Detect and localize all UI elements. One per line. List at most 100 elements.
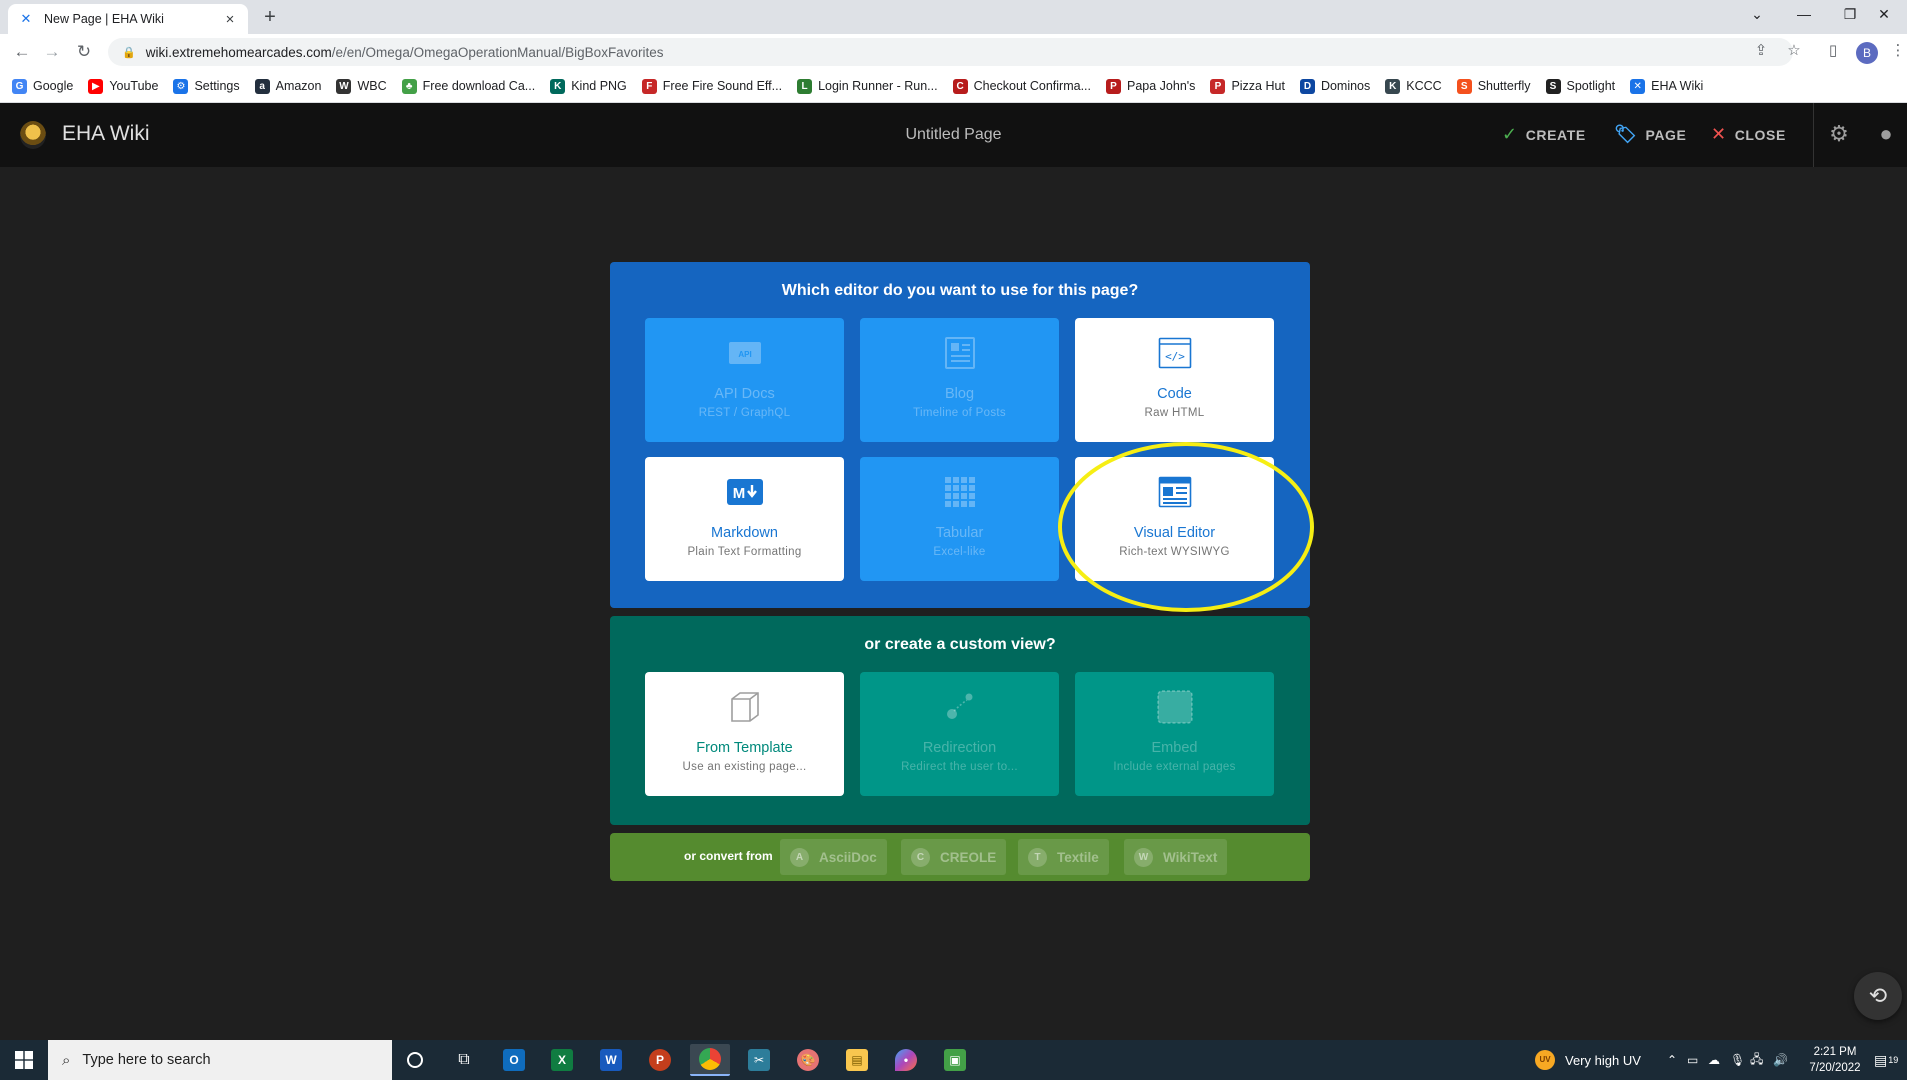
tray-chevron-up-icon[interactable]: ⌃ [1667, 1040, 1677, 1080]
table-grid-icon [860, 475, 1059, 509]
bookmarks-bar: G Google ▶ YouTube ⚙ Settings a Amazon W WBC ♣ Free… [0, 70, 1907, 103]
profile-avatar[interactable]: B [1856, 42, 1878, 64]
editor-card-markdown[interactable]: M Markdown Plain Text Formatting [645, 457, 844, 581]
bookmark-item[interactable]: P Papa John's [1106, 78, 1196, 94]
taskbar-clock[interactable]: 2:21 PM 7/20/2022 [1800, 1044, 1870, 1076]
bookmark-label: Papa John's [1127, 79, 1196, 93]
bookmark-item[interactable]: ⚙ Settings [173, 78, 240, 94]
snipping-tool-icon[interactable]: ✂ [739, 1044, 779, 1076]
editor-card-code[interactable]: </> Code Raw HTML [1075, 318, 1274, 442]
editor-name: Visual Editor [1133, 525, 1216, 541]
tab-search-chevron-icon[interactable]: ⌄ [1734, 0, 1780, 30]
browser-toolbar: ← → ↻ 🔒 wiki.extremehomearcades.com/e/en… [0, 34, 1907, 70]
bookmark-label: Amazon [275, 79, 322, 93]
onedrive-cloud-icon[interactable]: ☁ [1708, 1040, 1720, 1080]
back-arrow-icon[interactable]: ← [10, 40, 34, 64]
check-icon: ✓ [1502, 124, 1518, 144]
chip-label: Textile [1057, 849, 1099, 865]
create-button[interactable]: ✓ CREATE [1502, 124, 1586, 145]
bookmark-item[interactable]: K Kind PNG [550, 78, 627, 94]
shutterfly-icon: S [1456, 78, 1472, 94]
bookmark-item[interactable]: K KCCC [1385, 78, 1442, 94]
custom-card-redirection: Redirection Redirect the user to... [860, 672, 1059, 796]
browser-tab-active[interactable]: ✕ New Page | EHA Wiki × [8, 4, 248, 34]
editor-question: Which editor do you want to use for this… [781, 282, 1139, 299]
outlook-icon[interactable]: O [494, 1044, 534, 1076]
bookmark-item[interactable]: ✕ EHA Wiki [1630, 78, 1703, 94]
forward-arrow-icon[interactable]: → [40, 40, 64, 64]
convert-panel: or convert from A AsciiDoc C CREOLE T Te… [610, 833, 1310, 881]
windows-start-button[interactable] [0, 1040, 48, 1080]
reload-icon[interactable]: ↻ [72, 40, 96, 64]
side-panel-icon[interactable]: ▯ [1823, 41, 1843, 59]
close-editor-button[interactable]: ✕ CLOSE [1711, 124, 1786, 145]
window-close-button[interactable]: ✕ [1861, 0, 1907, 30]
tab-close-icon[interactable]: × [222, 11, 238, 28]
word-icon[interactable]: W [591, 1044, 631, 1076]
custom-card-from-template[interactable]: From Template Use an existing page... [645, 672, 844, 796]
microphone-icon[interactable]: 🎙 [1730, 1040, 1745, 1080]
editor-card-visual-editor[interactable]: Visual Editor Rich-text WYSIWYG [1075, 457, 1274, 581]
custom-sub: Use an existing page... [682, 761, 807, 773]
gear-icon[interactable]: ⚙ [1825, 121, 1853, 147]
powerpoint-icon[interactable]: P [640, 1044, 680, 1076]
bookmark-label: Free download Ca... [422, 79, 536, 93]
svg-text:M: M [732, 485, 745, 502]
editor-sub: Raw HTML [1144, 407, 1205, 419]
bookmark-item[interactable]: a Amazon [254, 78, 322, 94]
task-view-icon[interactable]: ⧉ [444, 1044, 484, 1076]
bookmark-item[interactable]: ▶ YouTube [88, 78, 158, 94]
chip-avatar: W [1134, 847, 1153, 867]
network-icon[interactable]: 🖧 [1750, 1040, 1763, 1080]
cube-icon [645, 690, 844, 724]
excel-icon[interactable]: X [542, 1044, 582, 1076]
bookmark-item[interactable]: P Pizza Hut [1210, 78, 1285, 94]
wiki-icon: ✕ [1630, 78, 1646, 94]
bookmark-label: Login Runner - Run... [818, 79, 938, 93]
account-icon[interactable]: ● [1872, 121, 1900, 147]
lock-icon: 🔒 [122, 46, 136, 59]
dominos-icon: D [1299, 78, 1315, 94]
bookmark-item[interactable]: F Free Fire Sound Eff... [641, 78, 782, 94]
bookmark-label: Shutterfly [1477, 79, 1531, 93]
editor-name: API Docs [714, 386, 775, 402]
windows-logo-icon [15, 1051, 33, 1069]
runner-icon: L [797, 78, 813, 94]
tab-title: New Page | EHA Wiki [44, 12, 164, 26]
bookmark-item[interactable]: ♣ Free download Ca... [401, 78, 536, 94]
convert-wikitext-button: W WikiText [1124, 839, 1228, 875]
chrome-icon[interactable] [690, 1044, 730, 1076]
bookmark-star-icon[interactable]: ☆ [1784, 41, 1804, 59]
undo-fab-button[interactable]: ⟲ [1854, 972, 1902, 1020]
taskbar-search-input[interactable]: ⌕ Type here to search [48, 1040, 392, 1080]
notification-center-button[interactable]: ▤ 19 [1874, 1040, 1898, 1080]
weather-widget[interactable]: UV Very high UV [1535, 1040, 1641, 1080]
minimize-button[interactable]: — [1781, 0, 1827, 30]
bookmark-item[interactable]: W WBC [336, 78, 387, 94]
share-icon[interactable]: ⇪ [1751, 41, 1771, 59]
papajohns-icon: P [1106, 78, 1122, 94]
page-properties-button[interactable]: 🏷 PAGE [1614, 124, 1687, 145]
file-explorer-icon[interactable]: ▤ [837, 1044, 877, 1076]
bookmark-item[interactable]: D Dominos [1299, 78, 1370, 94]
bookmark-item[interactable]: S Spotlight [1545, 78, 1615, 94]
svg-text:API: API [738, 350, 751, 359]
address-bar[interactable]: 🔒 wiki.extremehomearcades.com/e/en/Omega… [108, 38, 1793, 66]
svg-text:</>: </> [1165, 350, 1185, 363]
bookmark-label: Checkout Confirma... [973, 79, 1092, 93]
paint-icon[interactable]: 🎨 [788, 1044, 828, 1076]
tray-meet-icon[interactable]: ▭ [1687, 1040, 1698, 1080]
bookmark-item[interactable]: L Login Runner - Run... [797, 78, 938, 94]
new-tab-button[interactable]: + [258, 6, 282, 30]
photos-app-icon[interactable]: ▣ [935, 1044, 975, 1076]
cortana-icon[interactable] [395, 1044, 435, 1076]
bookmark-item[interactable]: G Google [12, 78, 73, 94]
bookmark-item[interactable]: C Checkout Confirma... [952, 78, 1092, 94]
color-drop-app-icon[interactable]: • [886, 1044, 926, 1076]
clock-time: 2:21 PM [1813, 1046, 1857, 1058]
bookmark-item[interactable]: S Shutterfly [1456, 78, 1531, 94]
convert-label: or convert from [684, 849, 773, 863]
more-menu-icon[interactable]: ⋮ [1888, 41, 1907, 59]
volume-icon[interactable]: 🔊 [1773, 1040, 1788, 1080]
close-label: CLOSE [1734, 126, 1786, 143]
